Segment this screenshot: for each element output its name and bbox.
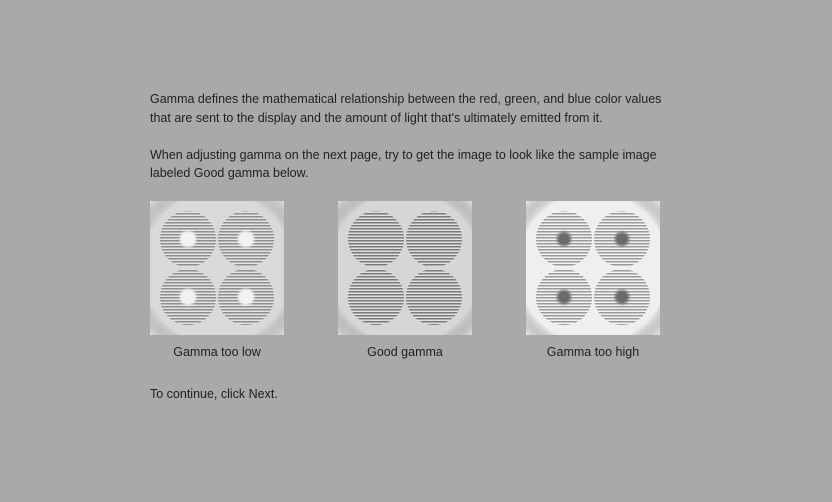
sample-gamma-high: Gamma too high bbox=[526, 201, 660, 359]
sample-gamma-good: Good gamma bbox=[338, 201, 472, 359]
instruction-paragraph: When adjusting gamma on the next page, t… bbox=[150, 146, 682, 184]
sample-gamma-low: Gamma too low bbox=[150, 201, 284, 359]
wizard-content: Gamma defines the mathematical relations… bbox=[0, 0, 832, 401]
thumb-gamma-high bbox=[526, 201, 660, 335]
caption-gamma-low: Gamma too low bbox=[173, 345, 261, 359]
continue-instruction: To continue, click Next. bbox=[150, 387, 682, 401]
caption-gamma-good: Good gamma bbox=[367, 345, 443, 359]
gamma-samples-row: Gamma too low bbox=[150, 201, 660, 359]
caption-gamma-high: Gamma too high bbox=[547, 345, 639, 359]
thumb-gamma-low bbox=[150, 201, 284, 335]
intro-paragraph: Gamma defines the mathematical relations… bbox=[150, 90, 682, 128]
thumb-gamma-good bbox=[338, 201, 472, 335]
